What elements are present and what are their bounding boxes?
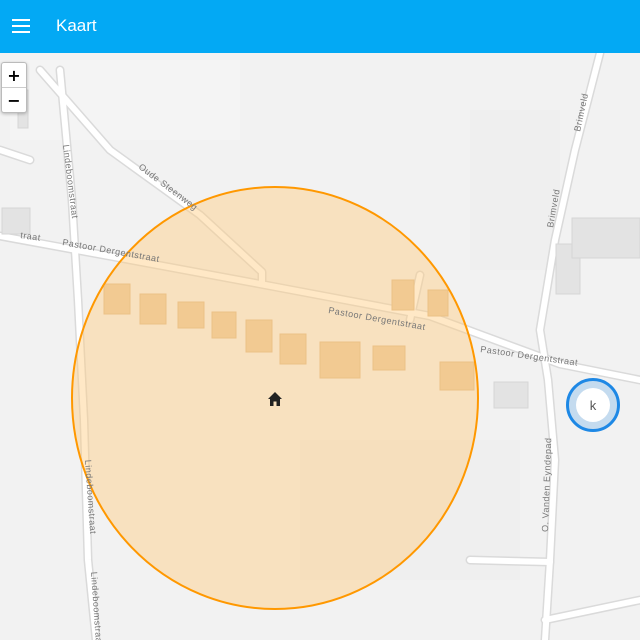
map-view[interactable]: traat Pastoor Dergentstraat Pastoor Derg… — [0, 53, 640, 640]
zoom-control: + − — [1, 62, 27, 113]
app-header: Kaart — [0, 0, 640, 53]
zoom-out-button[interactable]: − — [2, 87, 26, 112]
menu-button[interactable] — [6, 10, 36, 42]
app-title: Kaart — [56, 16, 97, 35]
person-marker[interactable]: k — [566, 378, 620, 432]
zoom-in-button[interactable]: + — [2, 63, 26, 87]
person-avatar: k — [576, 388, 610, 422]
home-icon[interactable] — [267, 391, 283, 407]
hamburger-menu-icon — [12, 19, 30, 33]
map-tiles[interactable]: traat Pastoor Dergentstraat Pastoor Derg… — [0, 53, 640, 640]
